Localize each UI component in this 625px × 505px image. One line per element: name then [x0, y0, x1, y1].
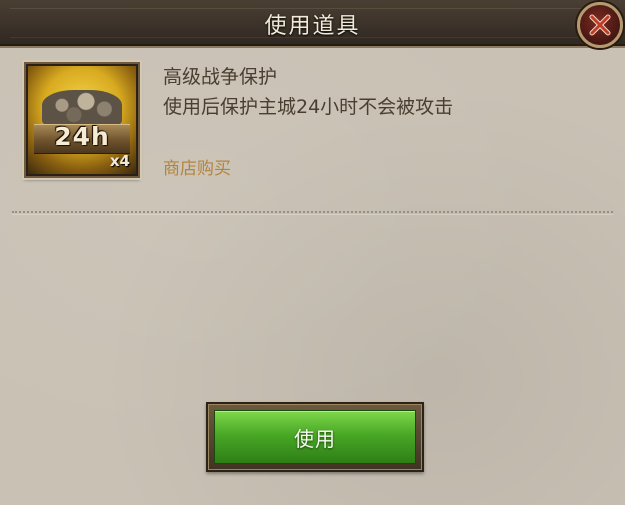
item-duration-label: 24h [54, 122, 110, 151]
use-item-dialog: 使用道具 24h x4 高级战争保护 使用后保护主城24小时不会被攻击 商店购买… [0, 0, 625, 505]
item-count-label: x4 [109, 152, 130, 170]
war-protection-shield-icon: 24h x4 [28, 66, 136, 174]
divider [12, 211, 613, 215]
close-button[interactable] [577, 2, 623, 48]
item-name: 高级战争保护 [163, 66, 278, 88]
use-button-frame: 使用 [206, 402, 424, 472]
dialog-title: 使用道具 [264, 14, 361, 39]
use-button[interactable]: 使用 [214, 410, 416, 464]
item-icon: 24h x4 [24, 62, 140, 178]
item-description: 使用后保护主城24小时不会被攻击 [163, 96, 454, 118]
dialog-title-bar: 使用道具 [0, 0, 625, 48]
use-button-label: 使用 [294, 427, 336, 451]
shop-buy-link[interactable]: 商店购买 [163, 154, 231, 179]
close-icon [589, 14, 611, 36]
